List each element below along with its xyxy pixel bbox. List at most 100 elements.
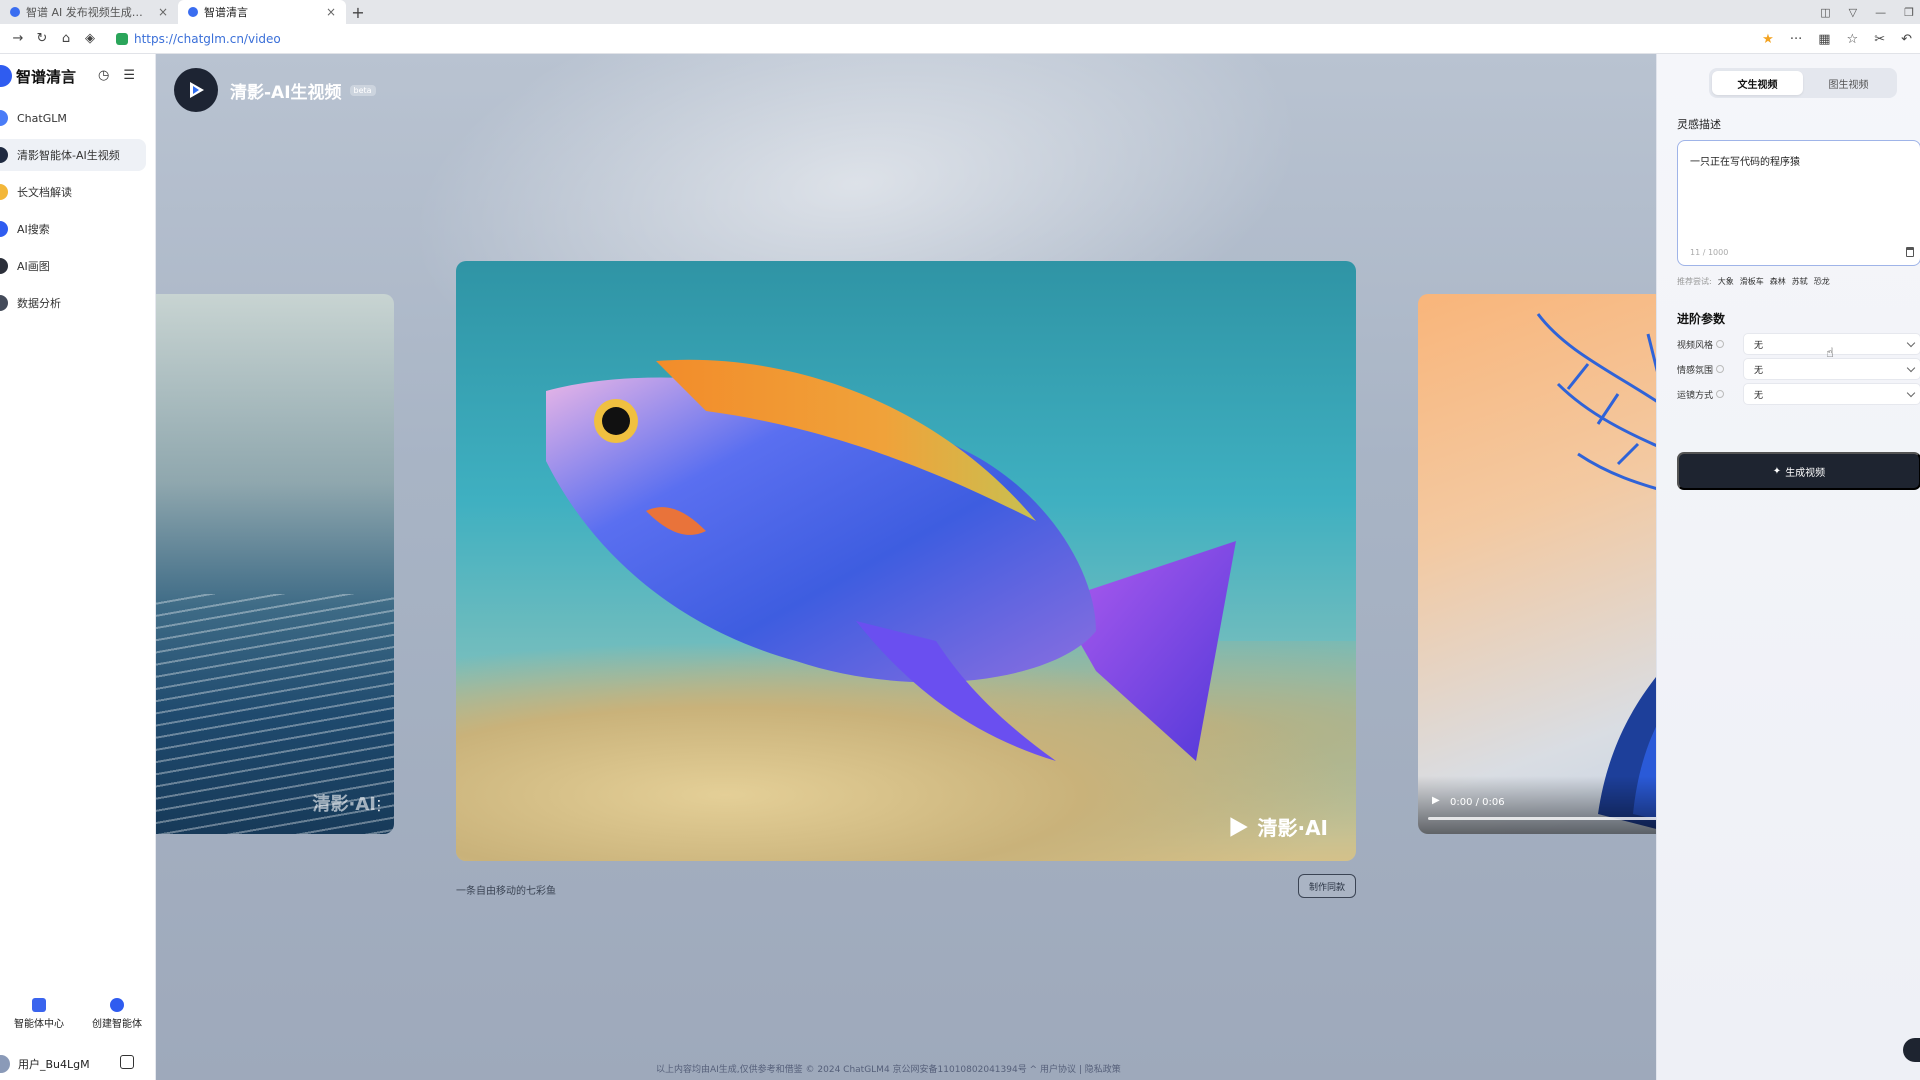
- param-label: 视频风格: [1677, 338, 1743, 351]
- url-input[interactable]: https://chatglm.cn/video: [134, 32, 281, 46]
- video-card-left[interactable]: 清影·AI ⋮: [156, 294, 394, 834]
- tab-close-icon[interactable]: ×: [326, 5, 336, 19]
- agent-center-button[interactable]: 智能体中心: [0, 998, 78, 1030]
- agent-center-label: 智能体中心: [14, 1019, 64, 1030]
- ai-search-icon: [0, 221, 8, 237]
- create-agent-button[interactable]: 创建智能体: [78, 998, 156, 1030]
- chatglm-icon: [0, 110, 8, 126]
- help-chat-icon[interactable]: [1903, 1038, 1920, 1062]
- generate-video-button[interactable]: ✦ 生成视频: [1677, 452, 1920, 490]
- profile-icon[interactable]: ◫: [1820, 6, 1830, 19]
- select-value: 无: [1754, 340, 1764, 351]
- minimize-icon[interactable]: —: [1875, 6, 1886, 19]
- prompt-char-count: 11 / 1000: [1690, 248, 1729, 257]
- tab-title: 智谱 AI 发布视频生成工具"清影": [26, 6, 152, 19]
- suggestion-chip[interactable]: 大象: [1718, 276, 1734, 287]
- favorites-icon[interactable]: ☆: [1847, 32, 1859, 47]
- info-icon[interactable]: [1716, 365, 1725, 373]
- create-agent-label: 创建智能体: [92, 1019, 142, 1030]
- sidebar-item-label: 长文档解读: [17, 186, 72, 199]
- tools-icon[interactable]: ✂: [1874, 32, 1885, 47]
- video-agent-icon: [0, 147, 8, 163]
- extension-icon[interactable]: ◈: [78, 27, 102, 51]
- param-emotion: 情感氛围 无: [1677, 357, 1920, 381]
- more-options-icon[interactable]: ⋮: [372, 798, 386, 814]
- restore-icon[interactable]: ❐: [1904, 6, 1914, 19]
- brand[interactable]: 智谱清言: [0, 62, 76, 90]
- param-video-style: 视频风格 无: [1677, 332, 1920, 356]
- suggestion-chip[interactable]: 苏轼: [1792, 276, 1808, 287]
- mouse-cursor-icon: ☝: [1826, 346, 1834, 361]
- more-icon[interactable]: ···: [1790, 32, 1802, 47]
- browser-tab-2[interactable]: 智谱清言 ×: [178, 0, 346, 24]
- brand-logo-icon: [0, 65, 12, 87]
- suggestion-chip[interactable]: 恐龙: [1814, 276, 1830, 287]
- camera-select[interactable]: 无: [1743, 383, 1920, 405]
- beta-badge: beta: [349, 84, 376, 96]
- watermark: 清影·AI: [312, 794, 376, 815]
- param-label-text: 运镜方式: [1677, 390, 1714, 401]
- undo-icon[interactable]: ↶: [1901, 32, 1912, 47]
- new-tab-button[interactable]: +: [346, 0, 370, 24]
- qingying-watermark-icon: [1230, 816, 1249, 837]
- sidebar-item-label: AI搜索: [17, 223, 50, 236]
- select-value: 无: [1754, 365, 1764, 376]
- tab-image-to-video[interactable]: 图生视频: [1803, 71, 1894, 95]
- emotion-select[interactable]: 无: [1743, 358, 1920, 380]
- param-label: 情感氛围: [1677, 363, 1743, 376]
- tab-close-icon[interactable]: ×: [158, 5, 168, 19]
- make-same-button[interactable]: 制作同款: [1298, 874, 1356, 898]
- info-icon[interactable]: [1716, 390, 1725, 398]
- user-profile[interactable]: 用户_Bu4LgM: [0, 1051, 156, 1077]
- create-agent-icon: [110, 998, 124, 1012]
- grid-icon: [32, 998, 46, 1012]
- video-card-right[interactable]: ▶ 0:00 / 0:06: [1418, 294, 1656, 834]
- apps-grid-icon[interactable]: ▦: [1818, 32, 1830, 47]
- reload-icon[interactable]: ↻: [30, 27, 54, 51]
- info-icon[interactable]: [1716, 340, 1725, 348]
- play-icon[interactable]: ▶: [1432, 795, 1440, 806]
- shirt-icon[interactable]: ▽: [1849, 6, 1857, 19]
- sidebar-item-video[interactable]: 清影智能体-AI生视频: [0, 139, 146, 171]
- sidebar-item-drawing[interactable]: AI画图: [0, 250, 146, 282]
- device-switch-icon[interactable]: [120, 1055, 134, 1069]
- document-icon: [0, 184, 8, 200]
- home-icon[interactable]: ⌂: [54, 27, 78, 51]
- forward-icon[interactable]: →: [6, 27, 30, 51]
- sidebar-bottom-actions: 智能体中心 创建智能体: [0, 998, 156, 1030]
- window-controls: ◫ ▽ — ❐: [1820, 0, 1914, 24]
- bookmark-star-icon[interactable]: ★: [1762, 32, 1774, 47]
- sidebar-item-data-analysis[interactable]: 数据分析: [0, 287, 146, 319]
- main-area: 清影-AI生视频 beta 清影·AI ⋮ 清影·AI ▶ 0:00 / 0:0…: [156, 54, 1656, 1080]
- sidebar-item-document[interactable]: 长文档解读: [0, 176, 146, 208]
- tab-favicon-icon: [188, 7, 198, 17]
- tab-favicon-icon: [10, 7, 20, 17]
- sidebar-item-search[interactable]: AI搜索: [0, 213, 146, 245]
- video-progress-track[interactable]: [1428, 817, 1656, 820]
- param-label-text: 情感氛围: [1677, 365, 1714, 376]
- suggestion-chip[interactable]: 森林: [1770, 276, 1786, 287]
- generation-panel: 文生视频 图生视频 灵感描述 一只正在写代码的程序猿 11 / 1000 推荐尝…: [1656, 54, 1920, 1080]
- trash-icon[interactable]: [1906, 247, 1914, 257]
- sidebar-item-chatglm[interactable]: ChatGLM: [0, 102, 146, 134]
- suggestions-label: 推荐尝试:: [1677, 277, 1712, 286]
- prompt-input[interactable]: 一只正在写代码的程序猿 11 / 1000: [1677, 140, 1920, 266]
- video-card-center[interactable]: 清影·AI: [456, 261, 1356, 861]
- page-header: 清影-AI生视频 beta: [174, 68, 376, 112]
- browser-tabbar: 智谱 AI 发布视频生成工具"清影" × 智谱清言 × + ◫ ▽ — ❐: [0, 0, 1920, 24]
- history-icon[interactable]: ◷: [98, 68, 109, 83]
- select-value: 无: [1754, 390, 1764, 401]
- collapse-menu-icon[interactable]: ☰: [123, 68, 135, 83]
- chevron-down-icon: [1906, 338, 1916, 348]
- sidebar-menu: ChatGLM 清影智能体-AI生视频 长文档解读 AI搜索 AI画图 数据分析: [0, 102, 146, 324]
- mode-tabs: 文生视频 图生视频: [1709, 68, 1897, 98]
- suggestion-chip[interactable]: 滑板车: [1740, 276, 1764, 287]
- sparkle-icon: ✦: [1772, 465, 1782, 477]
- left-sidebar: 智谱清言 ◷ ☰ ChatGLM 清影智能体-AI生视频 长文档解读 AI搜索 …: [0, 54, 156, 1080]
- browser-tab-1[interactable]: 智谱 AI 发布视频生成工具"清影" ×: [0, 0, 178, 24]
- blue-coral-illustration: [1536, 313, 1656, 829]
- tab-text-to-video[interactable]: 文生视频: [1712, 71, 1803, 95]
- sidebar-tools: ◷ ☰: [98, 68, 135, 83]
- watermark-text: 清影·AI: [1257, 816, 1328, 840]
- generate-label: 生成视频: [1785, 467, 1826, 479]
